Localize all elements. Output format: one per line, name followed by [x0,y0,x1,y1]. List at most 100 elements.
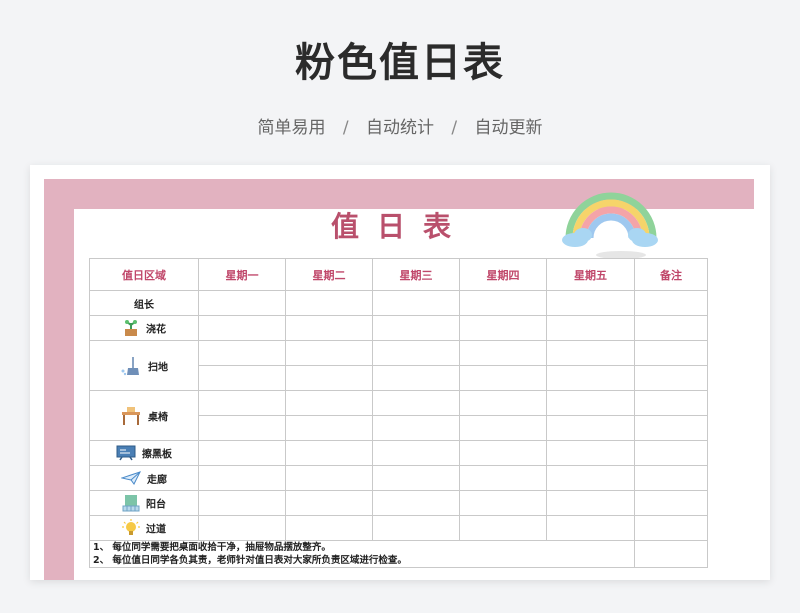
duty-cell[interactable] [285,490,373,516]
duty-cell[interactable] [198,440,286,466]
duty-cell[interactable] [459,490,547,516]
duty-cell[interactable] [459,290,547,316]
duty-cell[interactable] [372,340,460,366]
duty-cell[interactable] [546,515,635,541]
duty-cell[interactable] [285,290,373,316]
duty-cell[interactable] [285,315,373,341]
duty-cell[interactable] [372,290,460,316]
area-label: 擦黑板 [142,449,172,461]
notes-cell[interactable] [634,465,708,491]
notes-cell[interactable] [634,390,708,416]
duty-cell[interactable] [198,465,286,491]
potted-plant-icon [125,320,137,336]
duty-cell[interactable] [198,515,286,541]
duty-cell[interactable] [285,340,373,366]
duty-cell[interactable] [459,315,547,341]
table-row: 桌椅 [89,390,708,441]
area-cell: 浇花 [89,315,199,341]
header-notes: 备注 [634,258,708,291]
duty-cell[interactable] [546,440,635,466]
notes-cell[interactable] [634,415,708,441]
duty-cell[interactable] [546,365,635,391]
duty-cell[interactable] [546,290,635,316]
notes-row: 1、 每位同学需要把桌面收拾干净，抽屉物品摆放整齐。 2、 每位值日同学各负其责… [89,540,708,568]
duty-cell[interactable] [198,290,286,316]
duty-cell[interactable] [198,365,286,391]
duty-cell[interactable] [198,315,286,341]
balcony-door-icon [122,495,140,512]
duty-cell[interactable] [546,390,635,416]
area-cell: 擦黑板 [89,440,199,466]
duty-cell[interactable] [459,515,547,541]
table-row: 过道 [89,515,708,541]
duty-cell[interactable] [285,440,373,466]
area-label: 过道 [146,524,166,536]
duty-cell[interactable] [459,340,547,366]
duty-cell[interactable] [285,390,373,416]
sheet-preview-card: 值日表 值日区域 星期一 星期二 星期三 星期四 星期五 备注 组长 浇花 扫地… [30,165,770,580]
duty-cell[interactable] [459,415,547,441]
notes-cell[interactable] [634,515,708,541]
duty-cell[interactable] [372,365,460,391]
duty-cell[interactable] [546,490,635,516]
duty-cell[interactable] [198,490,286,516]
duty-cell[interactable] [372,440,460,466]
duty-cell[interactable] [372,490,460,516]
duty-cell[interactable] [372,465,460,491]
header-wednesday: 星期三 [372,258,460,291]
duty-table: 值日区域 星期一 星期二 星期三 星期四 星期五 备注 组长 浇花 扫地 桌椅 … [89,258,708,568]
area-cell: 阳台 [89,490,199,516]
area-label: 桌椅 [148,412,168,423]
duty-cell[interactable] [285,465,373,491]
subtitle-separator: / [342,118,349,138]
subtitle-item: 自动更新 [474,118,543,138]
area-label: 扫地 [148,362,168,373]
area-cell: 组长 [89,290,199,316]
duty-cell[interactable] [546,465,635,491]
duty-cell[interactable] [372,390,460,416]
table-row: 阳台 [89,490,708,516]
notes-cell[interactable] [634,365,708,391]
duty-cell[interactable] [459,365,547,391]
duty-cell[interactable] [285,415,373,441]
notes-cell[interactable] [634,440,708,466]
duty-cell[interactable] [285,515,373,541]
notes-cell[interactable] [634,540,708,568]
area-label: 组长 [134,299,154,311]
notes-cell[interactable] [634,315,708,341]
duty-cell[interactable] [459,390,547,416]
paper-plane-icon [121,471,141,485]
table-row: 扫地 [89,340,708,391]
area-cell: 过道 [89,515,199,541]
table-row: 浇花 [89,315,708,341]
blackboard-icon [116,445,136,461]
notes-cell[interactable] [634,490,708,516]
duty-cell[interactable] [198,415,286,441]
header-thursday: 星期四 [459,258,547,291]
duty-cell[interactable] [372,415,460,441]
duty-cell[interactable] [285,365,373,391]
lightbulb-icon [122,519,140,535]
duty-cell[interactable] [372,315,460,341]
table-row: 走廊 [89,465,708,491]
table-row: 擦黑板 [89,440,708,466]
duty-cell[interactable] [198,340,286,366]
page-title: 粉色值日表 [295,40,505,86]
area-cell: 扫地 [89,340,199,391]
area-label: 阳台 [146,499,166,511]
note-line: 1、 每位同学需要把桌面收拾干净，抽屉物品摆放整齐。 [93,542,331,553]
notes-cell[interactable] [634,340,708,366]
page-subtitle: 简单易用 / 自动统计 / 自动更新 [0,113,800,138]
duty-cell[interactable] [459,440,547,466]
duty-cell[interactable] [546,340,635,366]
duty-cell[interactable] [372,515,460,541]
note-line: 2、 每位值日同学各负其责，老师针对值日表对大家所负责区域进行检查。 [93,555,407,566]
rainbow-icon [562,192,658,259]
notes-cell[interactable] [634,290,708,316]
duty-cell[interactable] [198,390,286,416]
duty-cell[interactable] [459,465,547,491]
duty-cell[interactable] [546,415,635,441]
header-tuesday: 星期二 [285,258,373,291]
duty-cell[interactable] [546,315,635,341]
area-label: 浇花 [146,324,166,336]
